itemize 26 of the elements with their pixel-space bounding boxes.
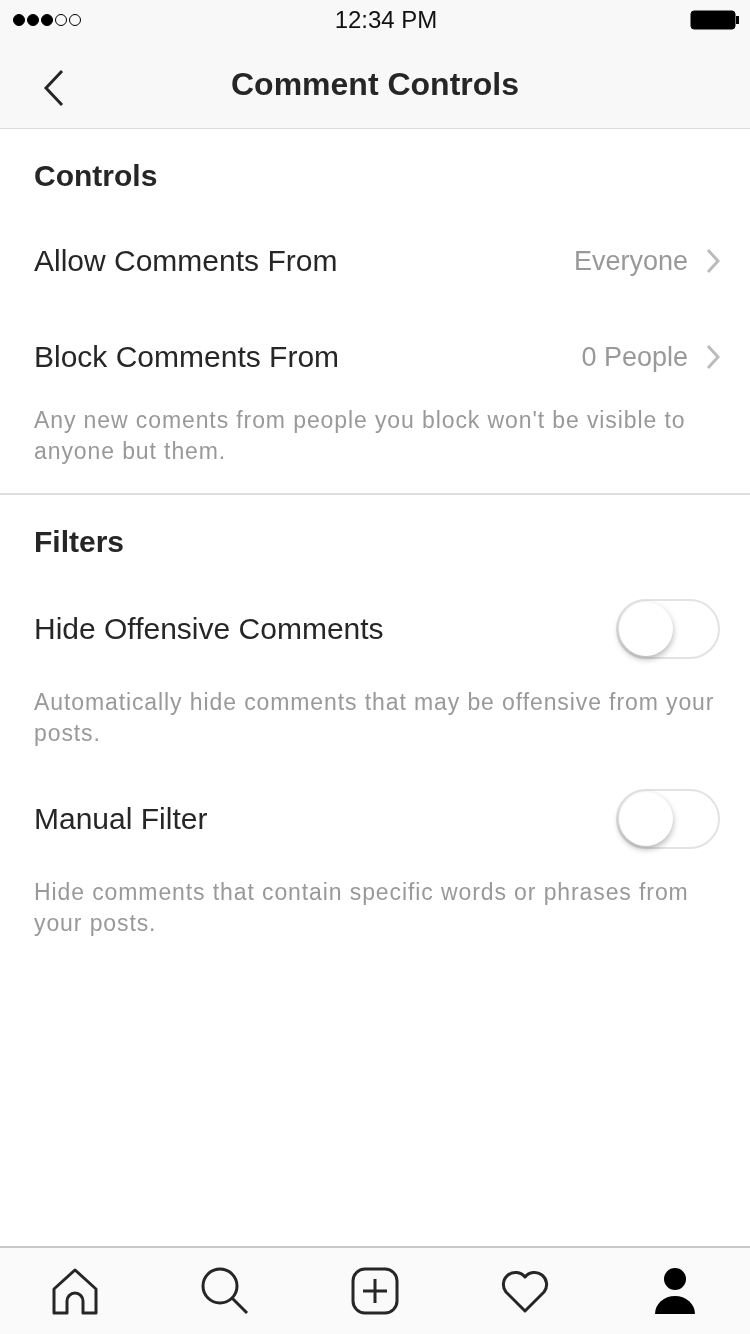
setting-description: Any new coments from people you block won't be visible to anyone but them. — [33, 406, 687, 466]
status-time: 12:34 PM — [334, 6, 438, 34]
search-icon — [200, 1266, 250, 1316]
setting-label: Block Comments From — [34, 340, 340, 374]
back-chevron-icon — [42, 68, 66, 108]
page-title: Comment Controls — [231, 65, 519, 103]
section-heading: Controls — [33, 158, 159, 194]
setting-value: 0 People — [581, 341, 688, 373]
battery-icon — [690, 10, 740, 30]
home-icon — [51, 1267, 99, 1315]
setting-value: Everyone — [573, 245, 688, 277]
toggle-switch[interactable] — [616, 599, 720, 659]
chevron-right-icon — [706, 248, 720, 274]
setting-row[interactable]: Allow Comments From Everyone — [0, 213, 750, 309]
setting-label: Manual Filter — [34, 802, 208, 836]
setting-description: Automatically hide comments that may be offensive from your posts. — [33, 688, 716, 748]
section-heading: Filters — [33, 524, 126, 560]
toggle-switch[interactable] — [616, 789, 720, 849]
heart-icon — [501, 1269, 549, 1313]
setting-description: Hide comments that contain specific words or phrases from your posts. — [33, 878, 690, 938]
setting-row[interactable]: Block Comments From 0 People — [0, 309, 750, 405]
chevron-right-icon — [706, 344, 720, 370]
signal-icon — [12, 13, 82, 27]
add-post-icon — [351, 1267, 399, 1315]
setting-label: Hide Offensive Comments — [34, 612, 384, 646]
setting-label: Allow Comments From — [34, 244, 338, 278]
